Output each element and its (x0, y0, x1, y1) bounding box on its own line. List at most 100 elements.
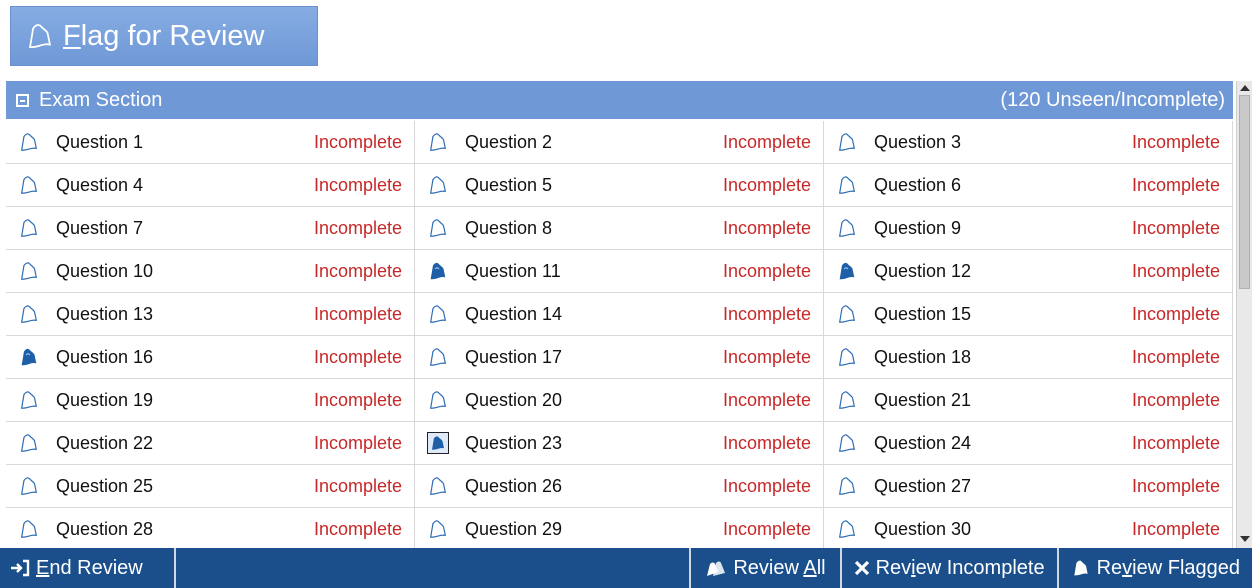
scroll-thumb[interactable] (1239, 95, 1250, 289)
flag-outline-icon[interactable] (427, 346, 449, 368)
flag-filled-boxed-icon[interactable] (427, 432, 449, 454)
flag-outline-icon[interactable] (18, 303, 40, 325)
question-item[interactable]: Question 24 Incomplete (824, 422, 1233, 465)
question-status: Incomplete (313, 389, 402, 410)
question-label: Question 14 (465, 303, 563, 324)
question-label: Question 2 (465, 131, 553, 152)
question-item[interactable]: Question 29 Incomplete (415, 508, 824, 550)
question-label: Question 7 (56, 217, 144, 238)
question-item[interactable]: Question 19 Incomplete (6, 379, 415, 422)
flag-outline-icon[interactable] (836, 518, 858, 540)
question-item[interactable]: Question 4 Incomplete (6, 164, 415, 207)
flag-outline-icon[interactable] (18, 432, 40, 454)
question-item[interactable]: Question 28 Incomplete (6, 508, 415, 550)
flag-outline-icon[interactable] (427, 389, 449, 411)
question-label: Question 30 (874, 518, 972, 539)
question-status: Incomplete (1131, 174, 1220, 195)
flag-outline-icon[interactable] (836, 346, 858, 368)
collapse-icon[interactable] (16, 93, 29, 107)
vertical-scrollbar[interactable] (1236, 81, 1252, 548)
question-status: Incomplete (722, 217, 811, 238)
question-status: Incomplete (1131, 131, 1220, 152)
scroll-down-icon[interactable] (1240, 536, 1250, 542)
flag-outline-icon[interactable] (836, 131, 858, 153)
question-label: Question 6 (874, 174, 962, 195)
question-item[interactable]: Question 15 Incomplete (824, 293, 1233, 336)
question-item[interactable]: Question 12 Incomplete (824, 250, 1233, 293)
question-item[interactable]: Question 16 Incomplete (6, 336, 415, 379)
question-status: Incomplete (722, 518, 811, 539)
question-item[interactable]: Question 10 Incomplete (6, 250, 415, 293)
question-item[interactable]: Question 3 Incomplete (824, 121, 1233, 164)
question-label: Question 3 (874, 131, 962, 152)
flag-outline-icon[interactable] (836, 389, 858, 411)
flag-outline-icon[interactable] (18, 131, 40, 153)
flag-outline-icon[interactable] (427, 518, 449, 540)
flag-for-review-button[interactable]: Flag for Review (10, 6, 318, 66)
question-item[interactable]: Question 8 Incomplete (415, 207, 824, 250)
question-item[interactable]: Question 6 Incomplete (824, 164, 1233, 207)
exam-section-header[interactable]: Exam Section (120 Unseen/Incomplete) (6, 81, 1233, 119)
flag-filled-icon[interactable] (836, 260, 858, 282)
question-label: Question 11 (465, 260, 561, 281)
question-item[interactable]: Question 21 Incomplete (824, 379, 1233, 422)
question-item[interactable]: Question 30 Incomplete (824, 508, 1233, 550)
question-item[interactable]: Question 14 Incomplete (415, 293, 824, 336)
flag-outline-icon[interactable] (18, 174, 40, 196)
end-review-button[interactable]: End Review (0, 548, 176, 588)
flag-outline-icon[interactable] (18, 475, 40, 497)
flag-outline-icon[interactable] (427, 475, 449, 497)
exit-arrow-icon (10, 559, 30, 577)
question-item[interactable]: Question 25 Incomplete (6, 465, 415, 508)
question-item[interactable]: Question 2 Incomplete (415, 121, 824, 164)
flag-outline-icon[interactable] (18, 260, 40, 282)
flag-outline-icon[interactable] (427, 217, 449, 239)
question-label: Question 24 (874, 432, 972, 453)
flag-filled-icon[interactable] (18, 346, 40, 368)
question-status: Incomplete (1131, 303, 1220, 324)
review-all-button[interactable]: Review All (689, 548, 839, 588)
question-item[interactable]: Question 1 Incomplete (6, 121, 415, 164)
flag-for-review-label: Flag for Review (63, 19, 265, 52)
question-item[interactable]: Question 26 Incomplete (415, 465, 824, 508)
flag-outline-icon[interactable] (427, 174, 449, 196)
question-status: Incomplete (313, 260, 402, 281)
question-item[interactable]: Question 27 Incomplete (824, 465, 1233, 508)
question-item[interactable]: Question 9 Incomplete (824, 207, 1233, 250)
question-item[interactable]: Question 17 Incomplete (415, 336, 824, 379)
flag-outline-icon[interactable] (18, 518, 40, 540)
flag-outline-icon[interactable] (427, 131, 449, 153)
review-incomplete-button[interactable]: Review Incomplete (839, 548, 1057, 588)
question-status: Incomplete (1131, 475, 1220, 496)
question-status: Incomplete (1131, 518, 1220, 539)
question-item[interactable]: Question 23 Incomplete (415, 422, 824, 465)
review-flagged-button[interactable]: Review Flagged (1056, 548, 1252, 588)
question-status: Incomplete (313, 475, 402, 496)
flag-filled-icon[interactable] (427, 260, 449, 282)
question-label: Question 12 (874, 260, 972, 281)
question-item[interactable]: Question 22 Incomplete (6, 422, 415, 465)
question-item[interactable]: Question 20 Incomplete (415, 379, 824, 422)
question-label: Question 15 (874, 303, 972, 324)
flag-outline-icon[interactable] (836, 475, 858, 497)
question-item[interactable]: Question 7 Incomplete (6, 207, 415, 250)
question-status: Incomplete (1131, 217, 1220, 238)
flag-outline-icon[interactable] (427, 303, 449, 325)
question-label: Question 26 (465, 475, 563, 496)
flag-outline-icon[interactable] (836, 432, 858, 454)
section-status: (120 Unseen/Incomplete) (1000, 88, 1225, 111)
question-item[interactable]: Question 5 Incomplete (415, 164, 824, 207)
flag-outline-icon[interactable] (18, 217, 40, 239)
scroll-up-icon[interactable] (1240, 85, 1250, 91)
question-item[interactable]: Question 11 Incomplete (415, 250, 824, 293)
question-label: Question 9 (874, 217, 962, 238)
question-status: Incomplete (722, 475, 811, 496)
question-item[interactable]: Question 18 Incomplete (824, 336, 1233, 379)
question-status: Incomplete (1131, 389, 1220, 410)
question-item[interactable]: Question 13 Incomplete (6, 293, 415, 336)
flag-outline-icon[interactable] (836, 174, 858, 196)
flag-outline-icon[interactable] (836, 217, 858, 239)
flag-outline-icon[interactable] (836, 303, 858, 325)
question-status: Incomplete (1131, 346, 1220, 367)
flag-outline-icon[interactable] (18, 389, 40, 411)
